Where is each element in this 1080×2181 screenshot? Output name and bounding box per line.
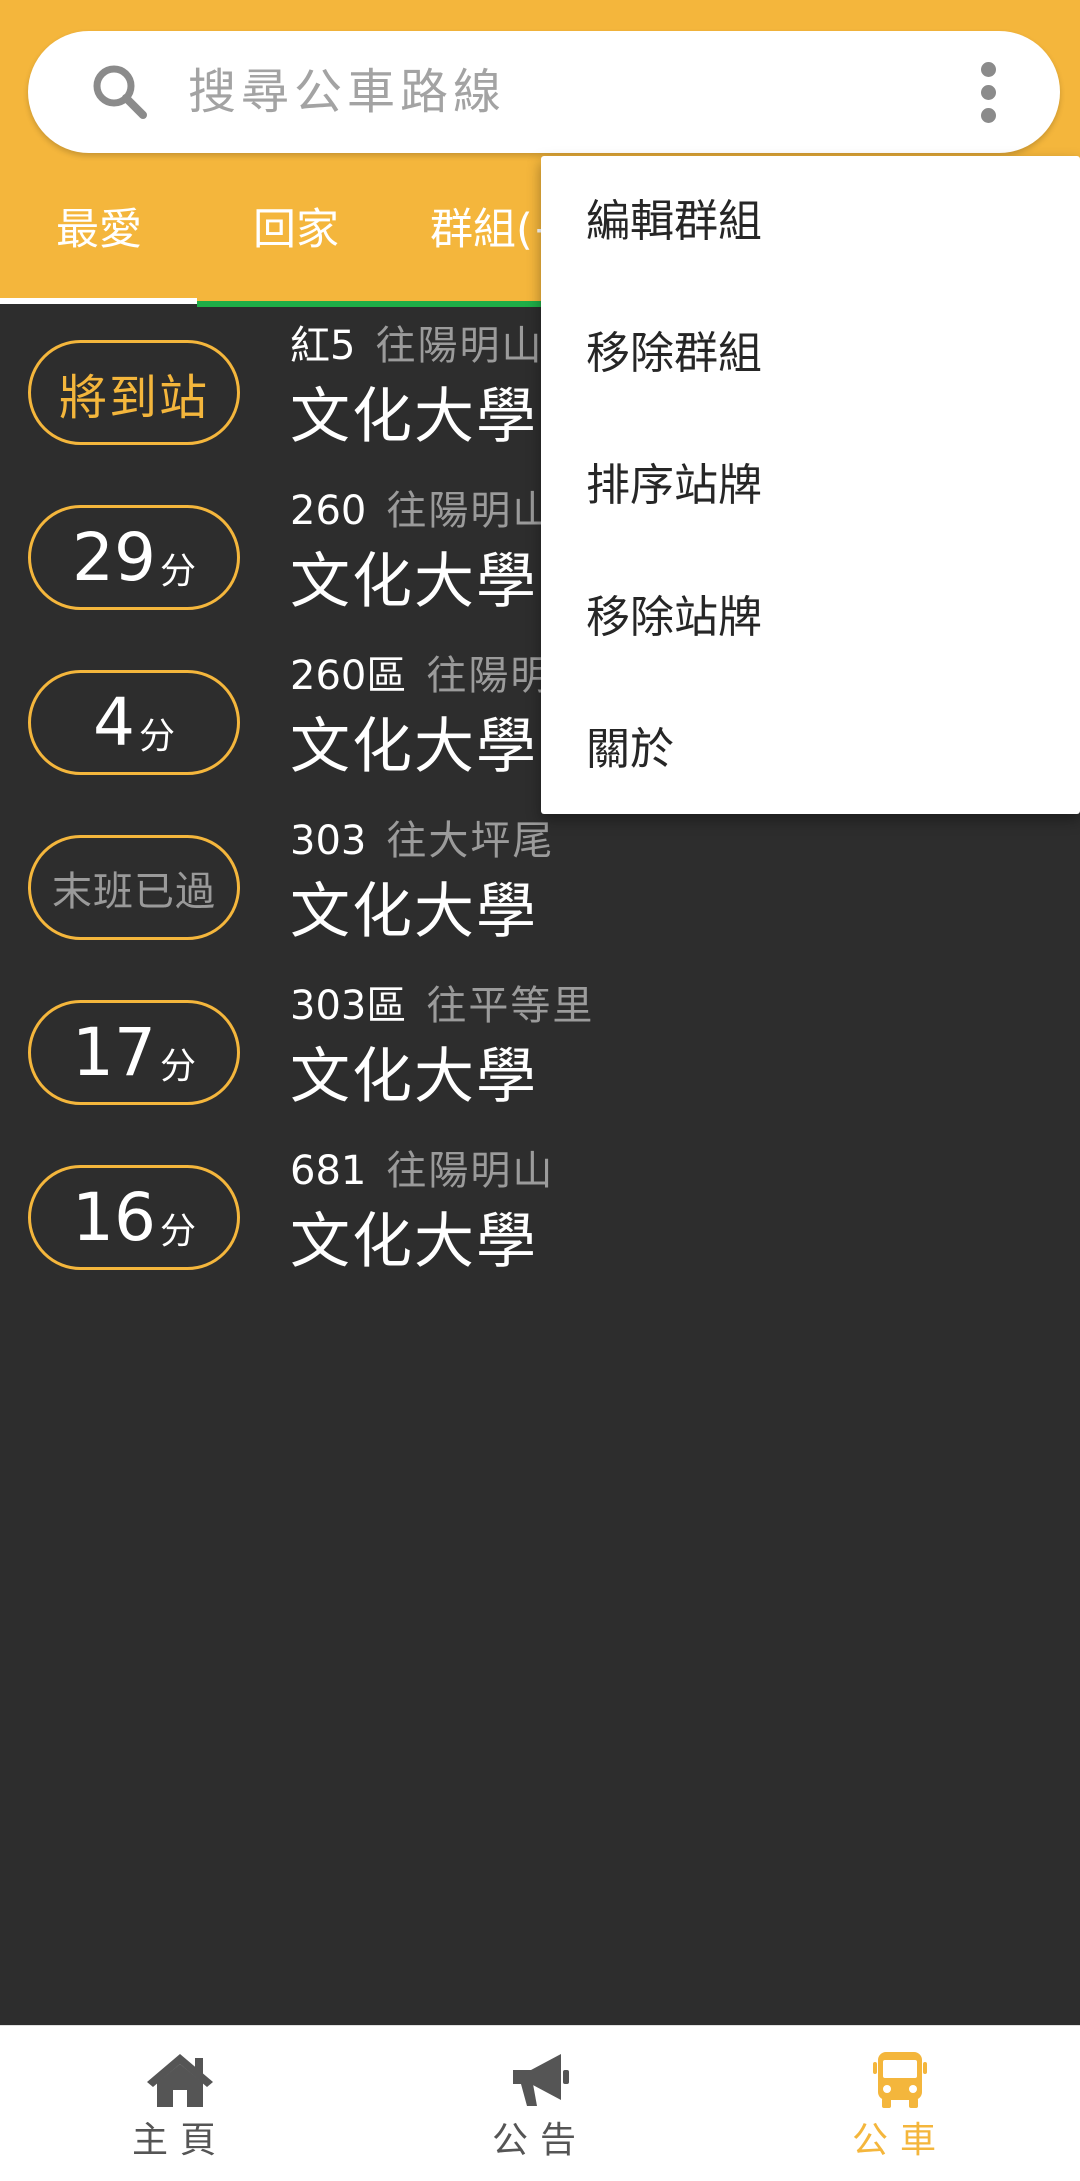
more-options-icon[interactable]: [960, 58, 1018, 128]
route-direction: 往平等里: [426, 983, 595, 1029]
overflow-menu: 編輯群組 移除群組 排序站牌 移除站牌 關於: [541, 156, 1080, 814]
tab-home[interactable]: 回家: [253, 200, 339, 260]
route-direction: 往陽明山: [375, 323, 544, 369]
minutes-unit: 分: [138, 715, 175, 757]
stop-name: 文化大學: [290, 1207, 538, 1277]
tab-favorites[interactable]: 最愛: [56, 200, 142, 260]
arrival-badge: 17 分: [28, 1000, 240, 1105]
arrival-minutes: 16: [72, 1178, 156, 1256]
minutes-unit: 分: [159, 550, 196, 592]
arrival-badge: 末班已過: [28, 835, 240, 940]
route-number: 681: [290, 1148, 367, 1194]
route-direction: 往陽明: [426, 653, 553, 699]
bottom-navigation: 主頁 公告 公車: [0, 2025, 1080, 2181]
route-direction: 往大坪尾: [386, 818, 555, 864]
minutes-unit: 分: [159, 1045, 196, 1087]
route-number: 260區: [290, 653, 407, 699]
stop-name: 文化大學: [290, 382, 538, 452]
menu-item-about[interactable]: 關於: [586, 720, 674, 780]
minutes-unit: 分: [159, 1210, 196, 1252]
stop-name: 文化大學: [290, 547, 538, 617]
stop-name: 文化大學: [290, 877, 538, 947]
nav-announcements[interactable]: 公告: [360, 2026, 720, 2181]
route-number: 303區: [290, 983, 407, 1029]
arrival-minutes: 29: [72, 518, 156, 596]
nav-bus-label: 公車: [851, 2120, 948, 2161]
search-icon[interactable]: [88, 60, 152, 124]
search-input[interactable]: 搜尋公車路線: [188, 62, 506, 122]
arrival-badge: 4分: [28, 670, 240, 775]
arrival-badge: 將到站: [28, 340, 240, 445]
megaphone-icon: [513, 2054, 569, 2106]
arrival-minutes: 17: [72, 1013, 156, 1091]
home-icon: [147, 2054, 213, 2107]
route-direction: 往陽明山: [386, 488, 555, 534]
route-direction: 往陽明山: [386, 1148, 555, 1194]
route-number: 260: [290, 488, 367, 534]
route-number: 303: [290, 818, 367, 864]
nav-home-label: 主頁: [131, 2120, 228, 2161]
nav-bus[interactable]: 公車: [720, 2026, 1080, 2181]
arrival-status: 末班已過: [52, 868, 216, 915]
arrival-minutes: 4: [92, 683, 135, 761]
stop-name: 文化大學: [290, 712, 538, 782]
arrival-badge: 16 分: [28, 1165, 240, 1270]
menu-item-remove-stop[interactable]: 移除站牌: [586, 588, 762, 648]
stop-name: 文化大學: [290, 1042, 538, 1112]
menu-item-sort-stops[interactable]: 排序站牌: [586, 456, 762, 516]
menu-item-edit-group[interactable]: 編輯群組: [586, 192, 762, 252]
nav-announcements-label: 公告: [491, 2120, 588, 2161]
nav-home[interactable]: 主頁: [0, 2026, 360, 2181]
arrival-status: 將到站: [58, 369, 209, 426]
active-tab-indicator: [0, 298, 197, 304]
arrival-badge: 29 分: [28, 505, 240, 610]
list-item[interactable]: 17 分 303區 往平等里 文化大學: [0, 967, 1080, 1131]
search-bar[interactable]: [28, 31, 1060, 153]
bus-icon: [873, 2052, 927, 2108]
list-item[interactable]: 末班已過 303 往大坪尾 文化大學: [0, 802, 1080, 966]
menu-item-remove-group[interactable]: 移除群組: [586, 324, 762, 384]
list-item[interactable]: 16 分 681 往陽明山 文化大學: [0, 1132, 1080, 1296]
route-number: 紅5: [290, 323, 356, 369]
